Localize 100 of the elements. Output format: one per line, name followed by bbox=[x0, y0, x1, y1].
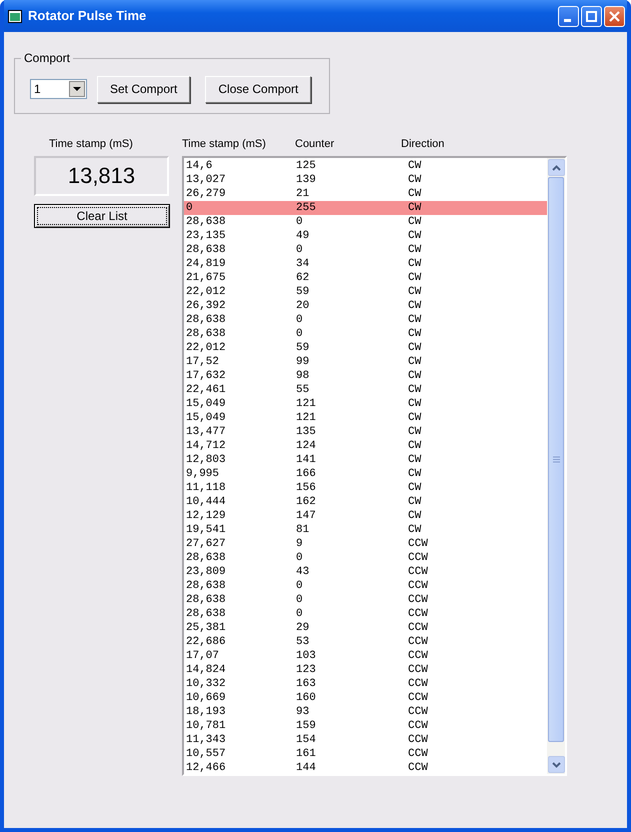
maximize-icon bbox=[586, 10, 597, 22]
list-cell: 23,135 bbox=[186, 230, 226, 242]
scroll-up-icon[interactable] bbox=[552, 164, 561, 170]
list-row[interactable]: 0 255 CW bbox=[184, 201, 547, 215]
list-cell: 28,638 bbox=[186, 552, 226, 564]
list-cell: CW bbox=[408, 216, 422, 228]
list-row[interactable]: 11,118 156 CW bbox=[184, 481, 547, 495]
list-row[interactable]: 17,632 98 CW bbox=[184, 369, 547, 383]
list-cell: 10,444 bbox=[186, 496, 226, 508]
list-row[interactable]: 22,686 53 CCW bbox=[184, 635, 547, 649]
list-row[interactable]: 14,6 125 CW bbox=[184, 159, 547, 173]
list-row[interactable]: 19,541 81 CW bbox=[184, 523, 547, 537]
list-cell: 28,638 bbox=[186, 244, 226, 256]
list-cell: 12,803 bbox=[186, 454, 226, 466]
list-cell: 23,809 bbox=[186, 566, 226, 578]
list-row[interactable]: 12,129 147 CW bbox=[184, 509, 547, 523]
maximize-button[interactable] bbox=[581, 6, 602, 26]
list-row[interactable]: 22,012 59 CW bbox=[184, 285, 547, 299]
list-cell: 59 bbox=[296, 286, 310, 298]
close-button[interactable] bbox=[604, 6, 625, 26]
list-row[interactable]: 28,638 0 CCW bbox=[184, 579, 547, 593]
list-row[interactable]: 12,466 144 CCW bbox=[184, 761, 547, 775]
list-row[interactable]: 23,809 43 CCW bbox=[184, 565, 547, 579]
scrollbar[interactable] bbox=[547, 158, 565, 774]
list-row[interactable]: 28,638 0 CW bbox=[184, 327, 547, 341]
list-cell: CCW bbox=[408, 734, 428, 746]
list-row[interactable]: 24,819 34 CW bbox=[184, 257, 547, 271]
list-row[interactable]: 17,07 103 CCW bbox=[184, 649, 547, 663]
list-cell: 0 bbox=[296, 314, 303, 326]
list-row[interactable]: 26,279 21 CW bbox=[184, 187, 547, 201]
list-cell: CCW bbox=[408, 608, 428, 620]
list-row[interactable]: 22,012 59 CW bbox=[184, 341, 547, 355]
list-row[interactable]: 14,712 124 CW bbox=[184, 439, 547, 453]
list-row[interactable]: 10,444 162 CW bbox=[184, 495, 547, 509]
close-comport-button[interactable]: Close Comport bbox=[205, 76, 312, 102]
list-cell: CW bbox=[408, 524, 422, 536]
list-cell: 14,824 bbox=[186, 664, 226, 676]
list-cell: 135 bbox=[296, 426, 316, 438]
list-cell: CW bbox=[408, 440, 422, 452]
list-cell: 11,118 bbox=[186, 482, 226, 494]
list-cell: 124 bbox=[296, 440, 316, 452]
list-row[interactable]: 26,392 20 CW bbox=[184, 299, 547, 313]
list-cell: 18,193 bbox=[186, 706, 226, 718]
list-row[interactable]: 13,027 139 CW bbox=[184, 173, 547, 187]
list-row[interactable]: 28,638 0 CW bbox=[184, 243, 547, 257]
list-cell: 22,461 bbox=[186, 384, 226, 396]
list-row[interactable]: 10,557 161 CCW bbox=[184, 747, 547, 761]
list-row[interactable]: 11,343 154 CCW bbox=[184, 733, 547, 747]
list-cell: 28,638 bbox=[186, 608, 226, 620]
list-cell: CCW bbox=[408, 594, 428, 606]
list-row[interactable]: 9,995 166 CW bbox=[184, 467, 547, 481]
list-row[interactable]: 10,332 163 CCW bbox=[184, 677, 547, 691]
list-row[interactable]: 25,381 29 CCW bbox=[184, 621, 547, 635]
list-row[interactable]: 28,638 0 CCW bbox=[184, 593, 547, 607]
list-cell: CCW bbox=[408, 552, 428, 564]
list-row[interactable]: 12,803 141 CW bbox=[184, 453, 547, 467]
list-cell: 21 bbox=[296, 188, 310, 200]
port-dropdown[interactable]: 1 bbox=[30, 79, 87, 99]
list-row[interactable]: 10,781 159 CCW bbox=[184, 719, 547, 733]
list-cell: 255 bbox=[296, 202, 316, 214]
list-cell: CCW bbox=[408, 538, 428, 550]
list-row[interactable]: 28,638 0 CW bbox=[184, 215, 547, 229]
list-cell: 159 bbox=[296, 720, 316, 732]
scroll-down-icon[interactable] bbox=[552, 762, 561, 768]
list-row[interactable]: 28,638 0 CW bbox=[184, 313, 547, 327]
list-cell: 28,638 bbox=[186, 594, 226, 606]
list-cell: 0 bbox=[296, 552, 303, 564]
list-cell: CCW bbox=[408, 748, 428, 760]
list-row[interactable]: 15,049 121 CW bbox=[184, 397, 547, 411]
list-cell: 55 bbox=[296, 384, 310, 396]
list-cell: 17,632 bbox=[186, 370, 226, 382]
list-cell: 62 bbox=[296, 272, 310, 284]
list-row[interactable]: 21,675 62 CW bbox=[184, 271, 547, 285]
list-row[interactable]: 27,627 9 CCW bbox=[184, 537, 547, 551]
list-cell: 10,669 bbox=[186, 692, 226, 704]
list-row[interactable]: 22,461 55 CW bbox=[184, 383, 547, 397]
list-cell: 11,343 bbox=[186, 734, 226, 746]
list-cell: 22,012 bbox=[186, 342, 226, 354]
list-cell: 21,675 bbox=[186, 272, 226, 284]
list-row[interactable]: 18,193 93 CCW bbox=[184, 705, 547, 719]
list-row[interactable]: 13,477 135 CW bbox=[184, 425, 547, 439]
column-label: Time stamp (mS) bbox=[49, 138, 133, 150]
list-row[interactable]: 14,824 123 CCW bbox=[184, 663, 547, 677]
list-row[interactable]: 23,135 49 CW bbox=[184, 229, 547, 243]
list-cell: CW bbox=[408, 286, 422, 298]
list-cell: 123 bbox=[296, 664, 316, 676]
list-cell: 29 bbox=[296, 622, 310, 634]
list-cell: 53 bbox=[296, 636, 310, 648]
clear-list-button[interactable]: Clear List bbox=[34, 204, 170, 228]
list-cell: 28,638 bbox=[186, 328, 226, 340]
minimize-icon bbox=[564, 18, 571, 22]
scroll-thumb[interactable] bbox=[548, 177, 564, 742]
window-title: Rotator Pulse Time bbox=[28, 8, 148, 24]
list-row[interactable]: 10,669 160 CCW bbox=[184, 691, 547, 705]
list-row[interactable]: 28,638 0 CCW bbox=[184, 551, 547, 565]
list-row[interactable]: 17,52 99 CW bbox=[184, 355, 547, 369]
set-comport-button[interactable]: Set Comport bbox=[97, 76, 190, 102]
list-row[interactable]: 15,049 121 CW bbox=[184, 411, 547, 425]
minimize-button[interactable] bbox=[558, 6, 579, 26]
list-row[interactable]: 28,638 0 CCW bbox=[184, 607, 547, 621]
